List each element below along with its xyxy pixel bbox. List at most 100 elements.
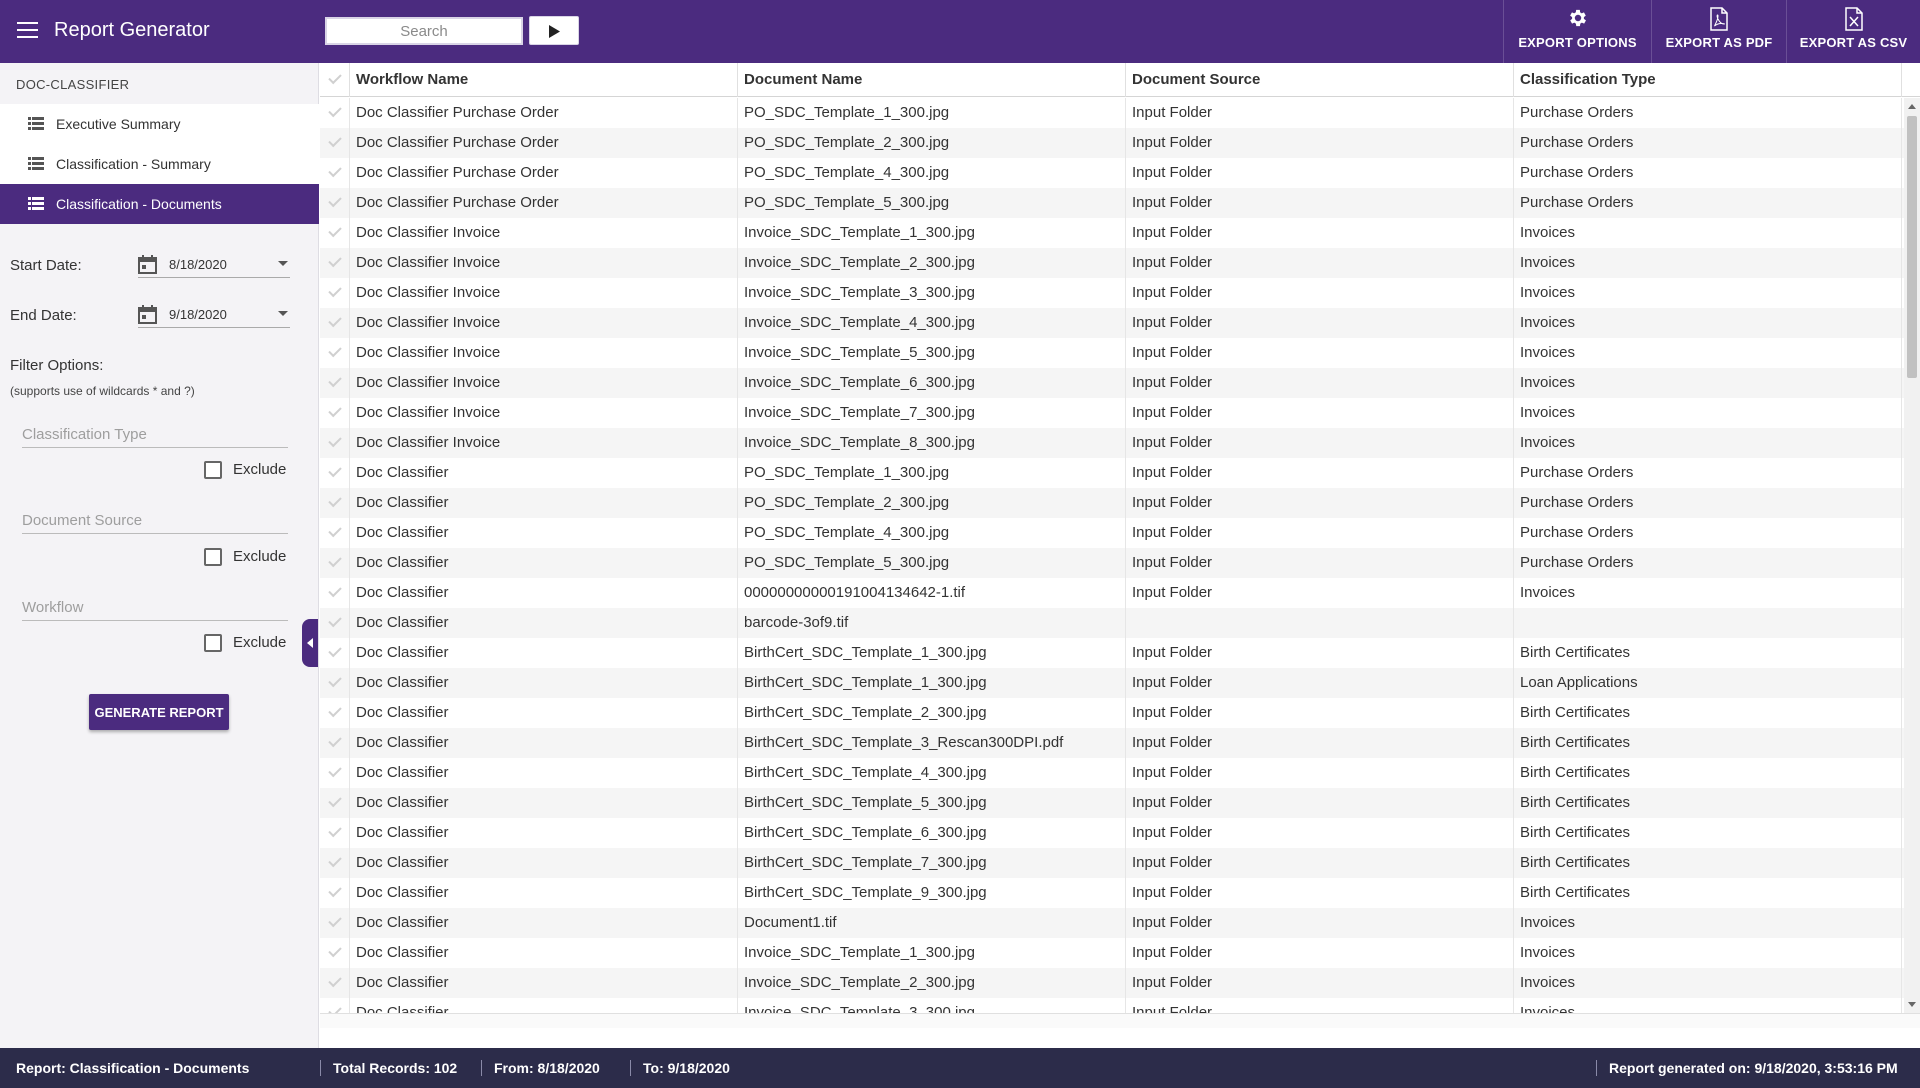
row-checkbox[interactable] <box>320 848 350 878</box>
checkbox-box[interactable] <box>204 548 222 566</box>
row-checkbox[interactable] <box>320 368 350 398</box>
classification-type-filter[interactable] <box>22 422 288 448</box>
row-checkbox[interactable] <box>320 518 350 548</box>
row-checkbox[interactable] <box>320 548 350 578</box>
row-checkbox[interactable] <box>320 938 350 968</box>
generate-report-button[interactable]: GENERATE REPORT <box>89 694 229 730</box>
row-checkbox[interactable] <box>320 128 350 158</box>
table-row[interactable]: Doc Classifier Invoice Invoice_SDC_Templa… <box>320 338 1904 368</box>
table-row[interactable]: Doc Classifier BirthCert_SDC_Template_6_3… <box>320 818 1904 848</box>
row-checkbox[interactable] <box>320 668 350 698</box>
sidebar-item-classification-documents[interactable]: Classification - Documents <box>0 184 319 224</box>
table-row[interactable]: Doc Classifier PO_SDC_Template_4_300.jpg I… <box>320 518 1904 548</box>
table-row[interactable]: Doc Classifier Purchase Order PO_SDC_Temp… <box>320 158 1904 188</box>
table-row[interactable]: Doc Classifier Invoice_SDC_Template_1_300… <box>320 938 1904 968</box>
cell-document-source: Input Folder <box>1126 248 1514 278</box>
row-checkbox[interactable] <box>320 608 350 638</box>
row-checkbox[interactable] <box>320 308 350 338</box>
table-row[interactable]: Doc Classifier Document1.tif Input Folder I… <box>320 908 1904 938</box>
column-header-workflow-name[interactable]: Workflow Name <box>350 63 738 97</box>
end-date-picker[interactable]: 9/18/2020 <box>138 302 290 328</box>
row-checkbox[interactable] <box>320 488 350 518</box>
cell-workflow-name: Doc Classifier Purchase Order <box>350 158 738 188</box>
table-row[interactable]: Doc Classifier BirthCert_SDC_Template_9_3… <box>320 878 1904 908</box>
scroll-up-icon[interactable] <box>1908 104 1916 109</box>
checkbox-box[interactable] <box>204 634 222 652</box>
row-checkbox[interactable] <box>320 758 350 788</box>
table-row[interactable]: Doc Classifier 00000000000191004134642-1.… <box>320 578 1904 608</box>
row-checkbox[interactable] <box>320 338 350 368</box>
sidebar: DOC-CLASSIFIER Executive Summary Classif… <box>0 63 319 1048</box>
row-checkbox[interactable] <box>320 998 350 1013</box>
search-go-button[interactable] <box>529 16 579 45</box>
scroll-down-icon[interactable] <box>1908 1002 1916 1007</box>
table-row[interactable]: Doc Classifier BirthCert_SDC_Template_4_3… <box>320 758 1904 788</box>
row-checkbox[interactable] <box>320 188 350 218</box>
sidebar-item-executive-summary[interactable]: Executive Summary <box>0 104 319 144</box>
export-csv-button[interactable]: EXPORT AS CSV <box>1786 0 1920 63</box>
table-row[interactable]: Doc Classifier Invoice_SDC_Template_2_300… <box>320 968 1904 998</box>
checkbox-box[interactable] <box>204 461 222 479</box>
cell-classification-type: Invoices <box>1514 428 1902 458</box>
row-checkbox[interactable] <box>320 968 350 998</box>
vertical-scrollbar[interactable] <box>1904 98 1920 1013</box>
hamburger-icon[interactable] <box>17 22 38 39</box>
row-checkbox[interactable] <box>320 788 350 818</box>
row-checkbox[interactable] <box>320 728 350 758</box>
column-header-document-name[interactable]: Document Name <box>738 63 1126 97</box>
table-row[interactable]: Doc Classifier Invoice_SDC_Template_3_300… <box>320 998 1904 1013</box>
table-row[interactable]: Doc Classifier BirthCert_SDC_Template_7_3… <box>320 848 1904 878</box>
table-row[interactable]: Doc Classifier Purchase Order PO_SDC_Temp… <box>320 188 1904 218</box>
row-checkbox[interactable] <box>320 638 350 668</box>
cell-workflow-name: Doc Classifier Purchase Order <box>350 188 738 218</box>
table-row[interactable]: Doc Classifier Invoice Invoice_SDC_Templa… <box>320 368 1904 398</box>
cell-classification-type: Invoices <box>1514 908 1902 938</box>
column-header-classification-type[interactable]: Classification Type <box>1514 63 1902 97</box>
table-row[interactable]: Doc Classifier BirthCert_SDC_Template_5_3… <box>320 788 1904 818</box>
row-checkbox[interactable] <box>320 458 350 488</box>
row-checkbox[interactable] <box>320 248 350 278</box>
row-checkbox[interactable] <box>320 278 350 308</box>
table-row[interactable]: Doc Classifier BirthCert_SDC_Template_3_R… <box>320 728 1904 758</box>
row-checkbox[interactable] <box>320 428 350 458</box>
row-checkbox[interactable] <box>320 218 350 248</box>
export-options-button[interactable]: EXPORT OPTIONS <box>1503 0 1651 63</box>
table-row[interactable]: Doc Classifier Invoice Invoice_SDC_Templa… <box>320 308 1904 338</box>
table-row[interactable]: Doc Classifier Invoice Invoice_SDC_Templa… <box>320 428 1904 458</box>
row-checkbox[interactable] <box>320 158 350 188</box>
row-checkbox[interactable] <box>320 698 350 728</box>
table-row[interactable]: Doc Classifier BirthCert_SDC_Template_2_3… <box>320 698 1904 728</box>
scrollbar-thumb[interactable] <box>1907 116 1917 378</box>
table-row[interactable]: Doc Classifier barcode-3of9.tif <box>320 608 1904 638</box>
table-row[interactable]: Doc Classifier Invoice Invoice_SDC_Templa… <box>320 248 1904 278</box>
row-checkbox[interactable] <box>320 98 350 128</box>
table-row[interactable]: Doc Classifier PO_SDC_Template_2_300.jpg I… <box>320 488 1904 518</box>
table-row[interactable]: Doc Classifier PO_SDC_Template_1_300.jpg I… <box>320 458 1904 488</box>
table-row[interactable]: Doc Classifier BirthCert_SDC_Template_1_3… <box>320 668 1904 698</box>
horizontal-scrollbar[interactable] <box>320 1013 1920 1028</box>
table-row[interactable]: Doc Classifier Purchase Order PO_SDC_Temp… <box>320 128 1904 158</box>
cell-classification-type: Invoices <box>1514 248 1902 278</box>
check-icon <box>328 703 342 718</box>
row-checkbox[interactable] <box>320 878 350 908</box>
table-row[interactable]: Doc Classifier Invoice Invoice_SDC_Templa… <box>320 398 1904 428</box>
workflow-filter[interactable] <box>22 595 288 621</box>
collapse-arrow-icon[interactable] <box>302 619 318 667</box>
row-checkbox[interactable] <box>320 398 350 428</box>
row-checkbox[interactable] <box>320 908 350 938</box>
export-pdf-button[interactable]: EXPORT AS PDF <box>1651 0 1786 63</box>
start-date-picker[interactable]: 8/18/2020 <box>138 252 290 278</box>
cell-document-source: Input Folder <box>1126 488 1514 518</box>
document-source-filter[interactable] <box>22 508 288 534</box>
sidebar-item-classification-summary[interactable]: Classification - Summary <box>0 144 319 184</box>
search-input[interactable] <box>325 17 523 45</box>
table-row[interactable]: Doc Classifier BirthCert_SDC_Template_1_3… <box>320 638 1904 668</box>
select-all-checkbox[interactable] <box>320 63 350 97</box>
table-row[interactable]: Doc Classifier Purchase Order PO_SDC_Temp… <box>320 98 1904 128</box>
table-row[interactable]: Doc Classifier PO_SDC_Template_5_300.jpg I… <box>320 548 1904 578</box>
column-header-document-source[interactable]: Document Source <box>1126 63 1514 97</box>
row-checkbox[interactable] <box>320 818 350 848</box>
table-row[interactable]: Doc Classifier Invoice Invoice_SDC_Templa… <box>320 278 1904 308</box>
table-row[interactable]: Doc Classifier Invoice Invoice_SDC_Templa… <box>320 218 1904 248</box>
row-checkbox[interactable] <box>320 578 350 608</box>
